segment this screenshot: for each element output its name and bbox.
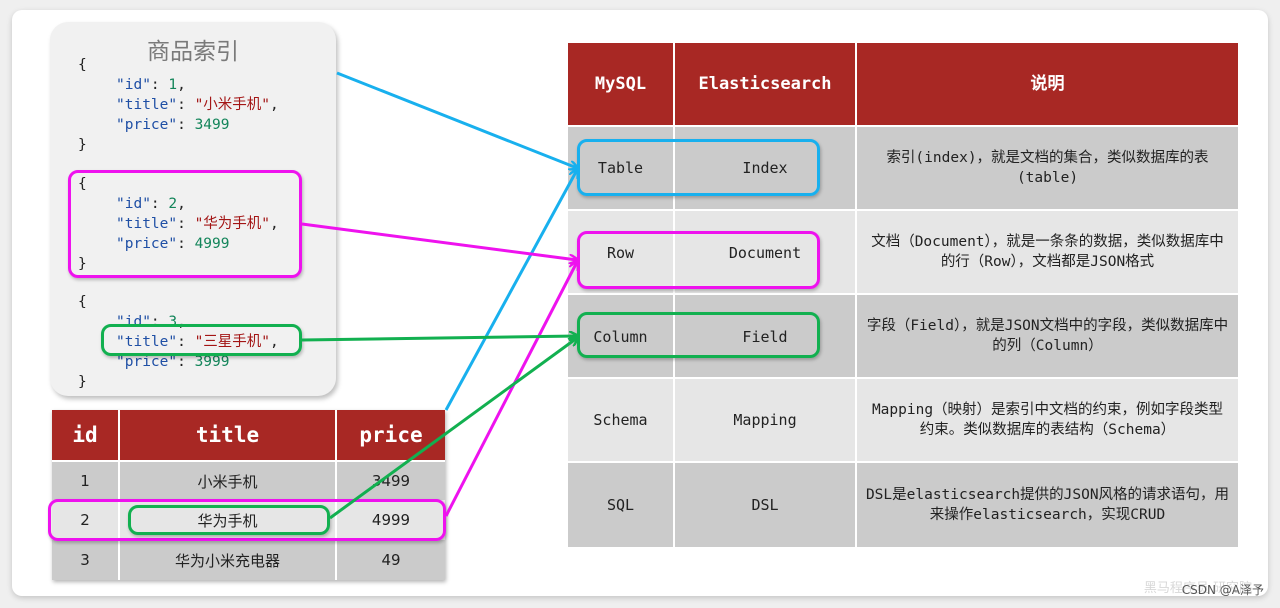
arrow-table-to-index <box>444 170 577 411</box>
arrow-json-to-index <box>336 71 577 168</box>
csdn-watermark: CSDN @A泽予 <box>1181 583 1264 597</box>
arrow-row-to-document <box>444 262 577 517</box>
arrow-column-to-field <box>329 338 577 520</box>
mapping-arrows <box>301 71 1280 520</box>
arrow-doc-to-document <box>301 222 577 260</box>
